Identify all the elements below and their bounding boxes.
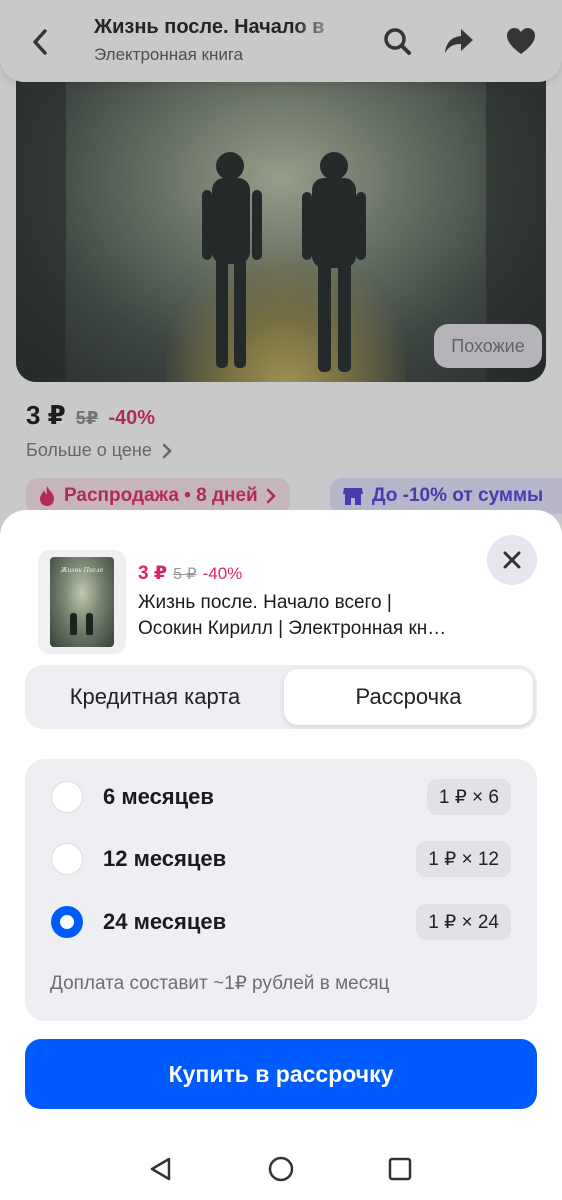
triangle-back-icon [150,1157,171,1181]
plan-payment-badge: 1 ₽ × 24 [416,904,511,940]
installment-plans: 6 месяцев 1 ₽ × 6 12 месяцев 1 ₽ × 12 24… [25,759,537,1021]
sheet-discount: -40% [202,564,243,583]
plan-option-12[interactable]: 12 месяцев 1 ₽ × 12 [51,837,511,881]
cover-figure [70,613,77,635]
plan-payment-badge: 1 ₽ × 6 [426,779,511,815]
plan-option-6[interactable]: 6 месяцев 1 ₽ × 6 [51,775,511,819]
plan-label: 6 месяцев [103,784,214,809]
product-name-line: Жизнь после. Начало всего | [138,592,392,613]
sheet-price-row: 3 ₽ 5 ₽ -40% [138,562,242,585]
close-icon [503,551,521,569]
close-button[interactable] [487,535,537,585]
system-nav-bar [0,1140,562,1200]
plan-payment-badge: 1 ₽ × 12 [416,841,511,877]
tab-credit-card[interactable]: Кредитная карта [29,669,281,725]
tab-installment[interactable]: Рассрочка [284,669,533,725]
nav-recents-button[interactable] [385,1154,415,1184]
plan-option-24[interactable]: 24 месяцев 1 ₽ × 24 [51,900,511,944]
cover-figure [86,613,93,635]
product-name: Жизнь после. Начало всего | Осокин Кирил… [138,590,518,642]
product-thumbnail: Жизнь После [38,550,126,654]
payment-type-switch: Кредитная карта Рассрочка [25,665,537,729]
nav-home-button[interactable] [266,1154,296,1184]
surcharge-note: Доплата составит ~1₽ рублей в месяц [50,973,390,994]
cover-title: Жизнь После [60,567,104,574]
plan-label: 24 месяцев [103,909,227,934]
radio-button-selected[interactable] [51,906,83,938]
installment-sheet: Жизнь После 3 ₽ 5 ₽ -40% Жизнь после. На… [0,510,562,1200]
plan-label: 12 месяцев [103,846,227,871]
sheet-current-price: 3 ₽ [138,563,168,584]
nav-back-button[interactable] [146,1154,176,1184]
radio-button[interactable] [51,781,83,813]
radio-button[interactable] [51,843,83,875]
book-cover: Жизнь После [50,557,114,647]
buy-installment-button[interactable]: Купить в рассрочку [25,1039,537,1109]
square-recents-icon [388,1157,412,1181]
circle-home-icon [268,1156,294,1182]
product-name-line: Осокин Кирилл | Электронная кн… [138,618,447,639]
sheet-old-price: 5 ₽ [173,566,197,583]
